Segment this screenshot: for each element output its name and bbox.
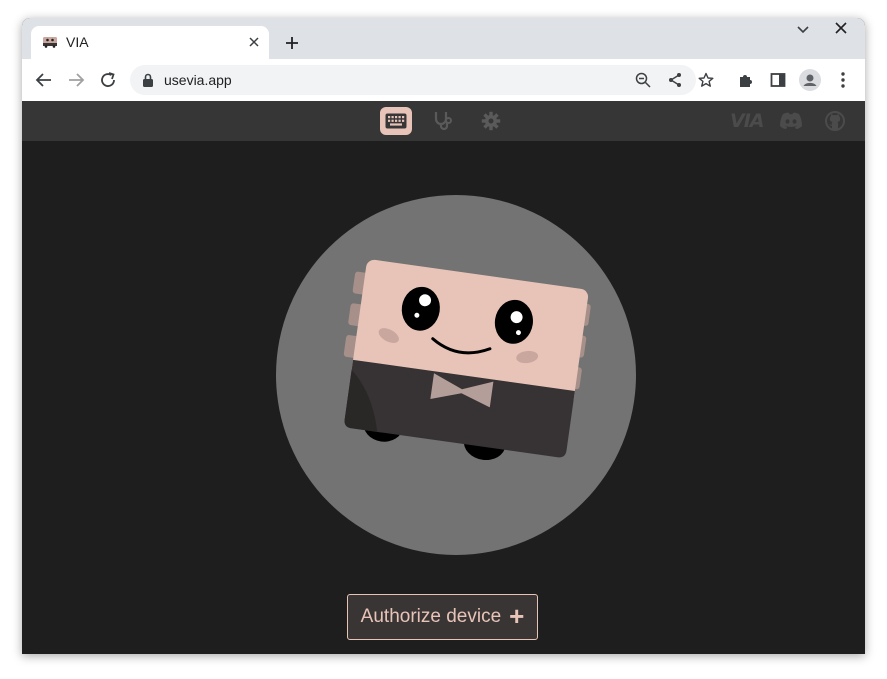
reload-icon bbox=[101, 72, 115, 87]
new-tab-button[interactable] bbox=[282, 33, 302, 53]
menu-button[interactable] bbox=[832, 69, 854, 91]
share-icon[interactable] bbox=[667, 72, 683, 88]
via-logo: VIA bbox=[730, 110, 764, 132]
back-arrow-icon bbox=[35, 73, 51, 87]
nav-configure-button[interactable] bbox=[380, 107, 412, 135]
tab-close-icon[interactable] bbox=[245, 33, 263, 51]
nav-settings-button[interactable] bbox=[475, 107, 507, 135]
menu-dots-icon bbox=[841, 72, 845, 88]
tab-strip: VIA bbox=[22, 18, 865, 59]
authorize-device-label: Authorize device bbox=[360, 606, 502, 627]
discord-link[interactable] bbox=[779, 111, 803, 131]
extensions-button[interactable] bbox=[735, 69, 757, 91]
browser-window: VIA usevia.app VIA Authorize device + bbox=[22, 18, 865, 654]
extensions-icon bbox=[740, 75, 752, 87]
side-panel-icon bbox=[770, 73, 786, 87]
via-logo-link[interactable]: VIA bbox=[730, 110, 764, 132]
back-button[interactable] bbox=[33, 69, 55, 91]
discord-icon bbox=[780, 112, 802, 129]
nav-test-button[interactable] bbox=[427, 107, 459, 135]
profile-icon bbox=[799, 69, 821, 91]
side-panel-button[interactable] bbox=[767, 69, 789, 91]
zoom-out-icon[interactable] bbox=[635, 72, 651, 88]
reload-button[interactable] bbox=[97, 69, 119, 91]
forward-button[interactable] bbox=[65, 69, 87, 91]
address-bar[interactable]: usevia.app bbox=[130, 65, 714, 95]
window-close-button[interactable] bbox=[833, 20, 849, 36]
lock-icon bbox=[143, 73, 153, 87]
app-header: VIA bbox=[22, 101, 865, 141]
gear-icon bbox=[481, 111, 501, 131]
main-content: Authorize device + bbox=[22, 141, 865, 654]
forward-arrow-icon bbox=[69, 73, 85, 87]
browser-toolbar: usevia.app bbox=[22, 59, 865, 102]
chevron-down-icon bbox=[797, 26, 809, 34]
via-keyboard-mascot bbox=[276, 195, 636, 555]
stethoscope-icon bbox=[434, 112, 452, 131]
star-icon[interactable] bbox=[698, 72, 714, 88]
plus-icon bbox=[286, 37, 298, 49]
url-text: usevia.app bbox=[164, 72, 232, 88]
profile-button[interactable] bbox=[799, 69, 821, 91]
via-robot-favicon bbox=[43, 37, 57, 48]
close-icon bbox=[835, 22, 847, 34]
tab-via[interactable]: VIA bbox=[31, 26, 269, 59]
tab-title: VIA bbox=[66, 34, 89, 50]
authorize-device-button[interactable]: Authorize device + bbox=[347, 594, 538, 640]
github-icon bbox=[825, 111, 845, 131]
keyboard-icon bbox=[385, 113, 407, 129]
github-link[interactable] bbox=[825, 111, 845, 131]
plus-icon: + bbox=[509, 601, 525, 631]
tab-search-button[interactable] bbox=[795, 21, 811, 37]
